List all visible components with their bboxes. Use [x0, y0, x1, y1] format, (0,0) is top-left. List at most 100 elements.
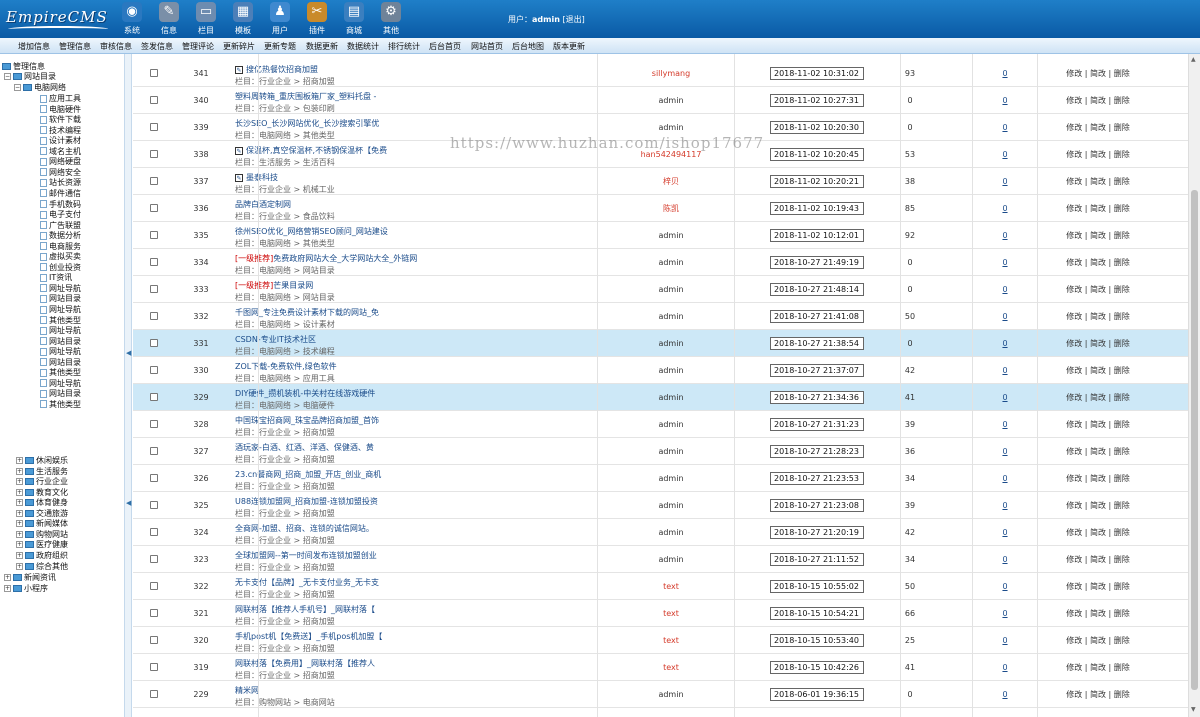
expand-toggle-icon[interactable]: + — [16, 457, 23, 464]
expand-toggle-icon[interactable]: + — [16, 520, 23, 528]
row-checkbox[interactable] — [150, 528, 158, 536]
simple-edit-link[interactable]: 简改 — [1090, 582, 1106, 591]
row-comments-link[interactable]: 0 — [988, 627, 1022, 654]
row-date-field[interactable]: 2018-10-15 10:55:02 — [770, 580, 864, 593]
topnav-item-6[interactable]: ▤ 商城 — [336, 2, 372, 36]
tree-sub-item[interactable]: 站长资源 — [40, 178, 81, 188]
expand-toggle-icon[interactable]: + — [16, 467, 23, 475]
delete-link[interactable]: 删除 — [1114, 555, 1130, 564]
tree-cat-item[interactable]: + 新闻媒体 — [16, 519, 68, 529]
row-comments-link[interactable]: 0 — [988, 330, 1022, 357]
expand-toggle-icon[interactable]: − — [14, 84, 21, 91]
row-title-link[interactable]: 精米网 — [235, 686, 259, 695]
tree-site[interactable]: − 网站目录 — [4, 72, 56, 82]
topnav-item-7[interactable]: ⚙ 其他 — [373, 2, 409, 36]
row-date-field[interactable]: 2018-11-02 10:31:02 — [770, 67, 864, 80]
tree-root[interactable]: 管理信息 — [2, 62, 45, 72]
simple-edit-link[interactable]: 简改 — [1090, 366, 1106, 375]
row-checkbox[interactable] — [150, 420, 158, 428]
menu-item-3[interactable]: 签发信息 — [141, 41, 173, 52]
row-checkbox[interactable] — [150, 447, 158, 455]
simple-edit-link[interactable]: 简改 — [1090, 420, 1106, 429]
delete-link[interactable]: 删除 — [1114, 285, 1130, 294]
tree-sub-item[interactable]: 技术编程 — [40, 126, 81, 136]
expand-toggle-icon[interactable]: + — [16, 509, 23, 517]
delete-link[interactable]: 删除 — [1114, 690, 1130, 699]
delete-link[interactable]: 删除 — [1114, 96, 1130, 105]
simple-edit-link[interactable]: 简改 — [1090, 528, 1106, 537]
edit-link[interactable]: 修改 — [1066, 285, 1082, 294]
row-date-field[interactable]: 2018-11-02 10:27:31 — [770, 94, 864, 107]
simple-edit-link[interactable]: 简改 — [1090, 555, 1106, 564]
row-checkbox[interactable] — [150, 150, 158, 158]
tree-cat-item[interactable]: + 综合其他 — [16, 562, 68, 572]
menu-item-1[interactable]: 管理信息 — [59, 41, 91, 52]
row-title-link[interactable]: 全商网-加盟、招商、连锁的诚信网站。 — [235, 524, 374, 533]
row-comments-link[interactable]: 0 — [988, 357, 1022, 384]
delete-link[interactable]: 删除 — [1114, 447, 1130, 456]
delete-link[interactable]: 删除 — [1114, 582, 1130, 591]
expand-toggle-icon[interactable]: + — [16, 562, 23, 570]
row-checkbox[interactable] — [150, 258, 158, 266]
delete-link[interactable]: 删除 — [1114, 393, 1130, 402]
tree-sub-item[interactable]: 网络安全 — [40, 168, 81, 178]
tree-sub-item[interactable]: 数据分析 — [40, 231, 81, 241]
row-checkbox[interactable] — [150, 69, 158, 77]
edit-link[interactable]: 修改 — [1066, 393, 1082, 402]
row-comments-link[interactable]: 0 — [988, 573, 1022, 600]
tree-sub-item[interactable]: 网址导航 — [40, 347, 81, 357]
simple-edit-link[interactable]: 简改 — [1090, 69, 1106, 78]
tree-cat-item[interactable]: + 交通旅游 — [16, 509, 68, 519]
expand-toggle-icon[interactable]: + — [16, 541, 23, 549]
edit-link[interactable]: 修改 — [1066, 123, 1082, 132]
row-checkbox[interactable] — [150, 582, 158, 590]
row-title-link[interactable]: 塑料周转箱_重庆围板箱厂家_塑料托盘 - — [235, 92, 376, 101]
edit-link[interactable]: 修改 — [1066, 150, 1082, 159]
delete-link[interactable]: 删除 — [1114, 204, 1130, 213]
expand-toggle-icon[interactable]: + — [16, 499, 23, 507]
row-checkbox[interactable] — [150, 123, 158, 131]
edit-link[interactable]: 修改 — [1066, 528, 1082, 537]
row-title-link[interactable]: 墨泰科技 — [246, 173, 278, 182]
delete-link[interactable]: 删除 — [1114, 339, 1130, 348]
tree-cat-item[interactable]: + 教育文化 — [16, 488, 68, 498]
simple-edit-link[interactable]: 简改 — [1090, 123, 1106, 132]
delete-link[interactable]: 删除 — [1114, 609, 1130, 618]
collapse-left-icon[interactable]: ◀ — [126, 349, 131, 357]
row-date-field[interactable]: 2018-10-27 21:34:36 — [770, 391, 864, 404]
scroll-up-icon[interactable]: ▲ — [1191, 56, 1196, 63]
tree-cat-item[interactable]: + 生活服务 — [16, 467, 68, 477]
row-checkbox[interactable] — [150, 474, 158, 482]
row-date-field[interactable]: 2018-06-01 19:36:15 — [770, 688, 864, 701]
delete-link[interactable]: 删除 — [1114, 123, 1130, 132]
row-title-link[interactable]: 芒果目录网 — [273, 281, 313, 290]
edit-link[interactable]: 修改 — [1066, 177, 1082, 186]
row-comments-link[interactable]: 0 — [988, 654, 1022, 681]
delete-link[interactable]: 删除 — [1114, 177, 1130, 186]
edit-link[interactable]: 修改 — [1066, 69, 1082, 78]
simple-edit-link[interactable]: 简改 — [1090, 501, 1106, 510]
row-checkbox[interactable] — [150, 555, 158, 563]
row-title-link[interactable]: 23.cn餐商网_招商_加盟_开店_创业_商机 — [235, 470, 381, 479]
edit-link[interactable]: 修改 — [1066, 663, 1082, 672]
menu-item-9[interactable]: 排行统计 — [388, 41, 420, 52]
topnav-item-1[interactable]: ✎ 信息 — [151, 2, 187, 36]
tree-sub-item[interactable]: 网站目录 — [40, 358, 81, 368]
edit-link[interactable]: 修改 — [1066, 636, 1082, 645]
row-checkbox[interactable] — [150, 177, 158, 185]
row-comments-link[interactable]: 0 — [988, 438, 1022, 465]
row-date-field[interactable]: 2018-10-27 21:23:53 — [770, 472, 864, 485]
row-title-link[interactable]: 中国珠宝招商网_珠宝品牌招商加盟_首饰 — [235, 416, 379, 425]
row-date-field[interactable]: 2018-10-27 21:31:23 — [770, 418, 864, 431]
tree-sub-item[interactable]: 创业投资 — [40, 263, 81, 273]
delete-link[interactable]: 删除 — [1114, 528, 1130, 537]
row-comments-link[interactable]: 0 — [988, 141, 1022, 168]
edit-link[interactable]: 修改 — [1066, 339, 1082, 348]
topnav-item-3[interactable]: ▦ 模板 — [225, 2, 261, 36]
edit-link[interactable]: 修改 — [1066, 501, 1082, 510]
row-title-link[interactable]: ZOL下载-免费软件,绿色软件 — [235, 362, 337, 371]
row-comments-link[interactable]: 0 — [988, 276, 1022, 303]
row-title-link[interactable]: U88连锁加盟网_招商加盟-连锁加盟投资 — [235, 497, 378, 506]
tree-sub-item[interactable]: 手机数码 — [40, 200, 81, 210]
topnav-item-2[interactable]: ▭ 栏目 — [188, 2, 224, 36]
